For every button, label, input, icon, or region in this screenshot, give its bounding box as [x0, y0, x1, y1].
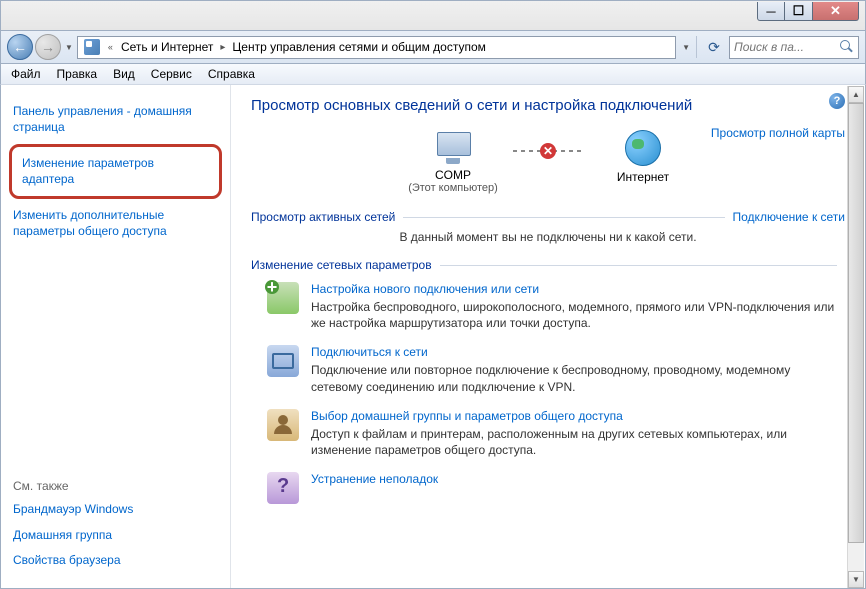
connect-network-icon [267, 345, 299, 377]
highlight-annotation: Изменение параметров адаптера [9, 144, 222, 199]
connect-network-link[interactable]: Подключиться к сети [311, 345, 845, 359]
active-networks-title: Просмотр активных сетей [251, 210, 395, 224]
new-connection-desc: Настройка беспроводного, широкополосного… [311, 299, 845, 331]
setting-homegroup: Выбор домашней группы и параметров общег… [251, 409, 845, 458]
no-connection-message: В данный момент вы не подключены ни к ка… [251, 230, 845, 244]
close-button[interactable]: ✕ [813, 2, 859, 21]
separator [696, 36, 697, 58]
main-panel: ? Просмотр основных сведений о сети и на… [231, 85, 865, 588]
computer-icon [433, 132, 473, 164]
sidebar-firewall-link[interactable]: Брандмауэр Windows [13, 499, 218, 521]
scroll-thumb[interactable] [848, 103, 864, 543]
menu-file[interactable]: Файл [3, 65, 49, 83]
address-bar[interactable]: « Сеть и Интернет ▸ Центр управления сет… [77, 36, 676, 59]
internet-label: Интернет [583, 170, 703, 184]
new-connection-icon [267, 282, 299, 314]
sidebar: Панель управления - домашняя страница Из… [1, 85, 231, 588]
change-settings-title: Изменение сетевых параметров [251, 258, 432, 272]
view-full-map-link[interactable]: Просмотр полной карты [711, 126, 845, 140]
maximize-button[interactable]: ☐ [785, 2, 813, 21]
sidebar-adapter-settings-link[interactable]: Изменение параметров адаптера [22, 153, 209, 190]
divider [440, 265, 837, 266]
menu-bar: Файл Правка Вид Сервис Справка [0, 64, 866, 85]
connect-network-desc: Подключение или повторное подключение к … [311, 362, 845, 394]
nav-buttons: ← → ▼ [7, 34, 73, 60]
globe-icon [625, 130, 661, 166]
help-icon[interactable]: ? [829, 93, 845, 109]
menu-view[interactable]: Вид [105, 65, 143, 83]
scroll-down-button[interactable]: ▼ [848, 571, 864, 588]
menu-service[interactable]: Сервис [143, 65, 200, 83]
sidebar-homegroup-link[interactable]: Домашняя группа [13, 525, 218, 547]
new-connection-link[interactable]: Настройка нового подключения или сети [311, 282, 845, 296]
change-settings-header: Изменение сетевых параметров [251, 258, 845, 272]
homegroup-link[interactable]: Выбор домашней группы и параметров общег… [311, 409, 845, 423]
troubleshoot-icon [267, 472, 299, 504]
network-map: Просмотр полной карты COMP (Этот компьют… [251, 130, 845, 196]
menu-help[interactable]: Справка [200, 65, 263, 83]
connect-to-network-link[interactable]: Подключение к сети [733, 210, 845, 224]
computer-sublabel: (Этот компьютер) [393, 182, 513, 194]
search-icon[interactable] [840, 40, 854, 54]
page-title: Просмотр основных сведений о сети и наст… [251, 97, 845, 114]
minimize-button[interactable]: ─ [757, 2, 785, 21]
setting-new-connection: Настройка нового подключения или сети На… [251, 282, 845, 331]
back-button[interactable]: ← [7, 34, 33, 60]
sidebar-seealso-label: См. также [13, 479, 218, 493]
troubleshoot-link[interactable]: Устранение неполадок [311, 472, 845, 486]
map-node-computer[interactable]: COMP (Этот компьютер) [393, 132, 513, 194]
refresh-button[interactable]: ⟳ [703, 36, 725, 58]
nav-history-dropdown[interactable]: ▼ [65, 43, 73, 52]
homegroup-desc: Доступ к файлам и принтерам, расположенн… [311, 426, 845, 458]
vertical-scrollbar[interactable]: ▲ ▼ [847, 86, 864, 588]
disconnected-icon[interactable]: ✕ [540, 143, 556, 159]
search-box[interactable] [729, 36, 859, 59]
scroll-up-button[interactable]: ▲ [848, 86, 864, 103]
address-dropdown[interactable]: ▼ [682, 43, 690, 52]
breadcrumb-back-chev[interactable]: « [104, 42, 117, 52]
map-connection-line: ✕ [513, 150, 583, 152]
sidebar-browser-link[interactable]: Свойства браузера [13, 550, 218, 572]
sidebar-home-link[interactable]: Панель управления - домашняя страница [13, 101, 218, 138]
control-panel-icon [84, 39, 100, 55]
navigation-bar: ← → ▼ « Сеть и Интернет ▸ Центр управлен… [0, 30, 866, 64]
breadcrumb-sharing-center[interactable]: Центр управления сетями и общим доступом [228, 38, 490, 56]
setting-connect: Подключиться к сети Подключение или повт… [251, 345, 845, 394]
search-input[interactable] [734, 40, 840, 54]
map-node-internet[interactable]: Интернет [583, 130, 703, 196]
window-titlebar: ─ ☐ ✕ [0, 0, 866, 30]
forward-button[interactable]: → [35, 34, 61, 60]
homegroup-icon [267, 409, 299, 441]
window-controls: ─ ☐ ✕ [757, 2, 859, 21]
menu-edit[interactable]: Правка [49, 65, 106, 83]
setting-troubleshoot: Устранение неполадок [251, 472, 845, 504]
sidebar-advanced-sharing-link[interactable]: Изменить дополнительные параметры общего… [13, 205, 218, 242]
content-area: Панель управления - домашняя страница Из… [0, 85, 866, 589]
computer-name-label: COMP [393, 168, 513, 182]
breadcrumb-network[interactable]: Сеть и Интернет [117, 38, 217, 56]
divider [403, 217, 724, 218]
active-networks-header: Просмотр активных сетей Подключение к се… [251, 210, 845, 224]
breadcrumb-separator-icon[interactable]: ▸ [217, 42, 228, 53]
